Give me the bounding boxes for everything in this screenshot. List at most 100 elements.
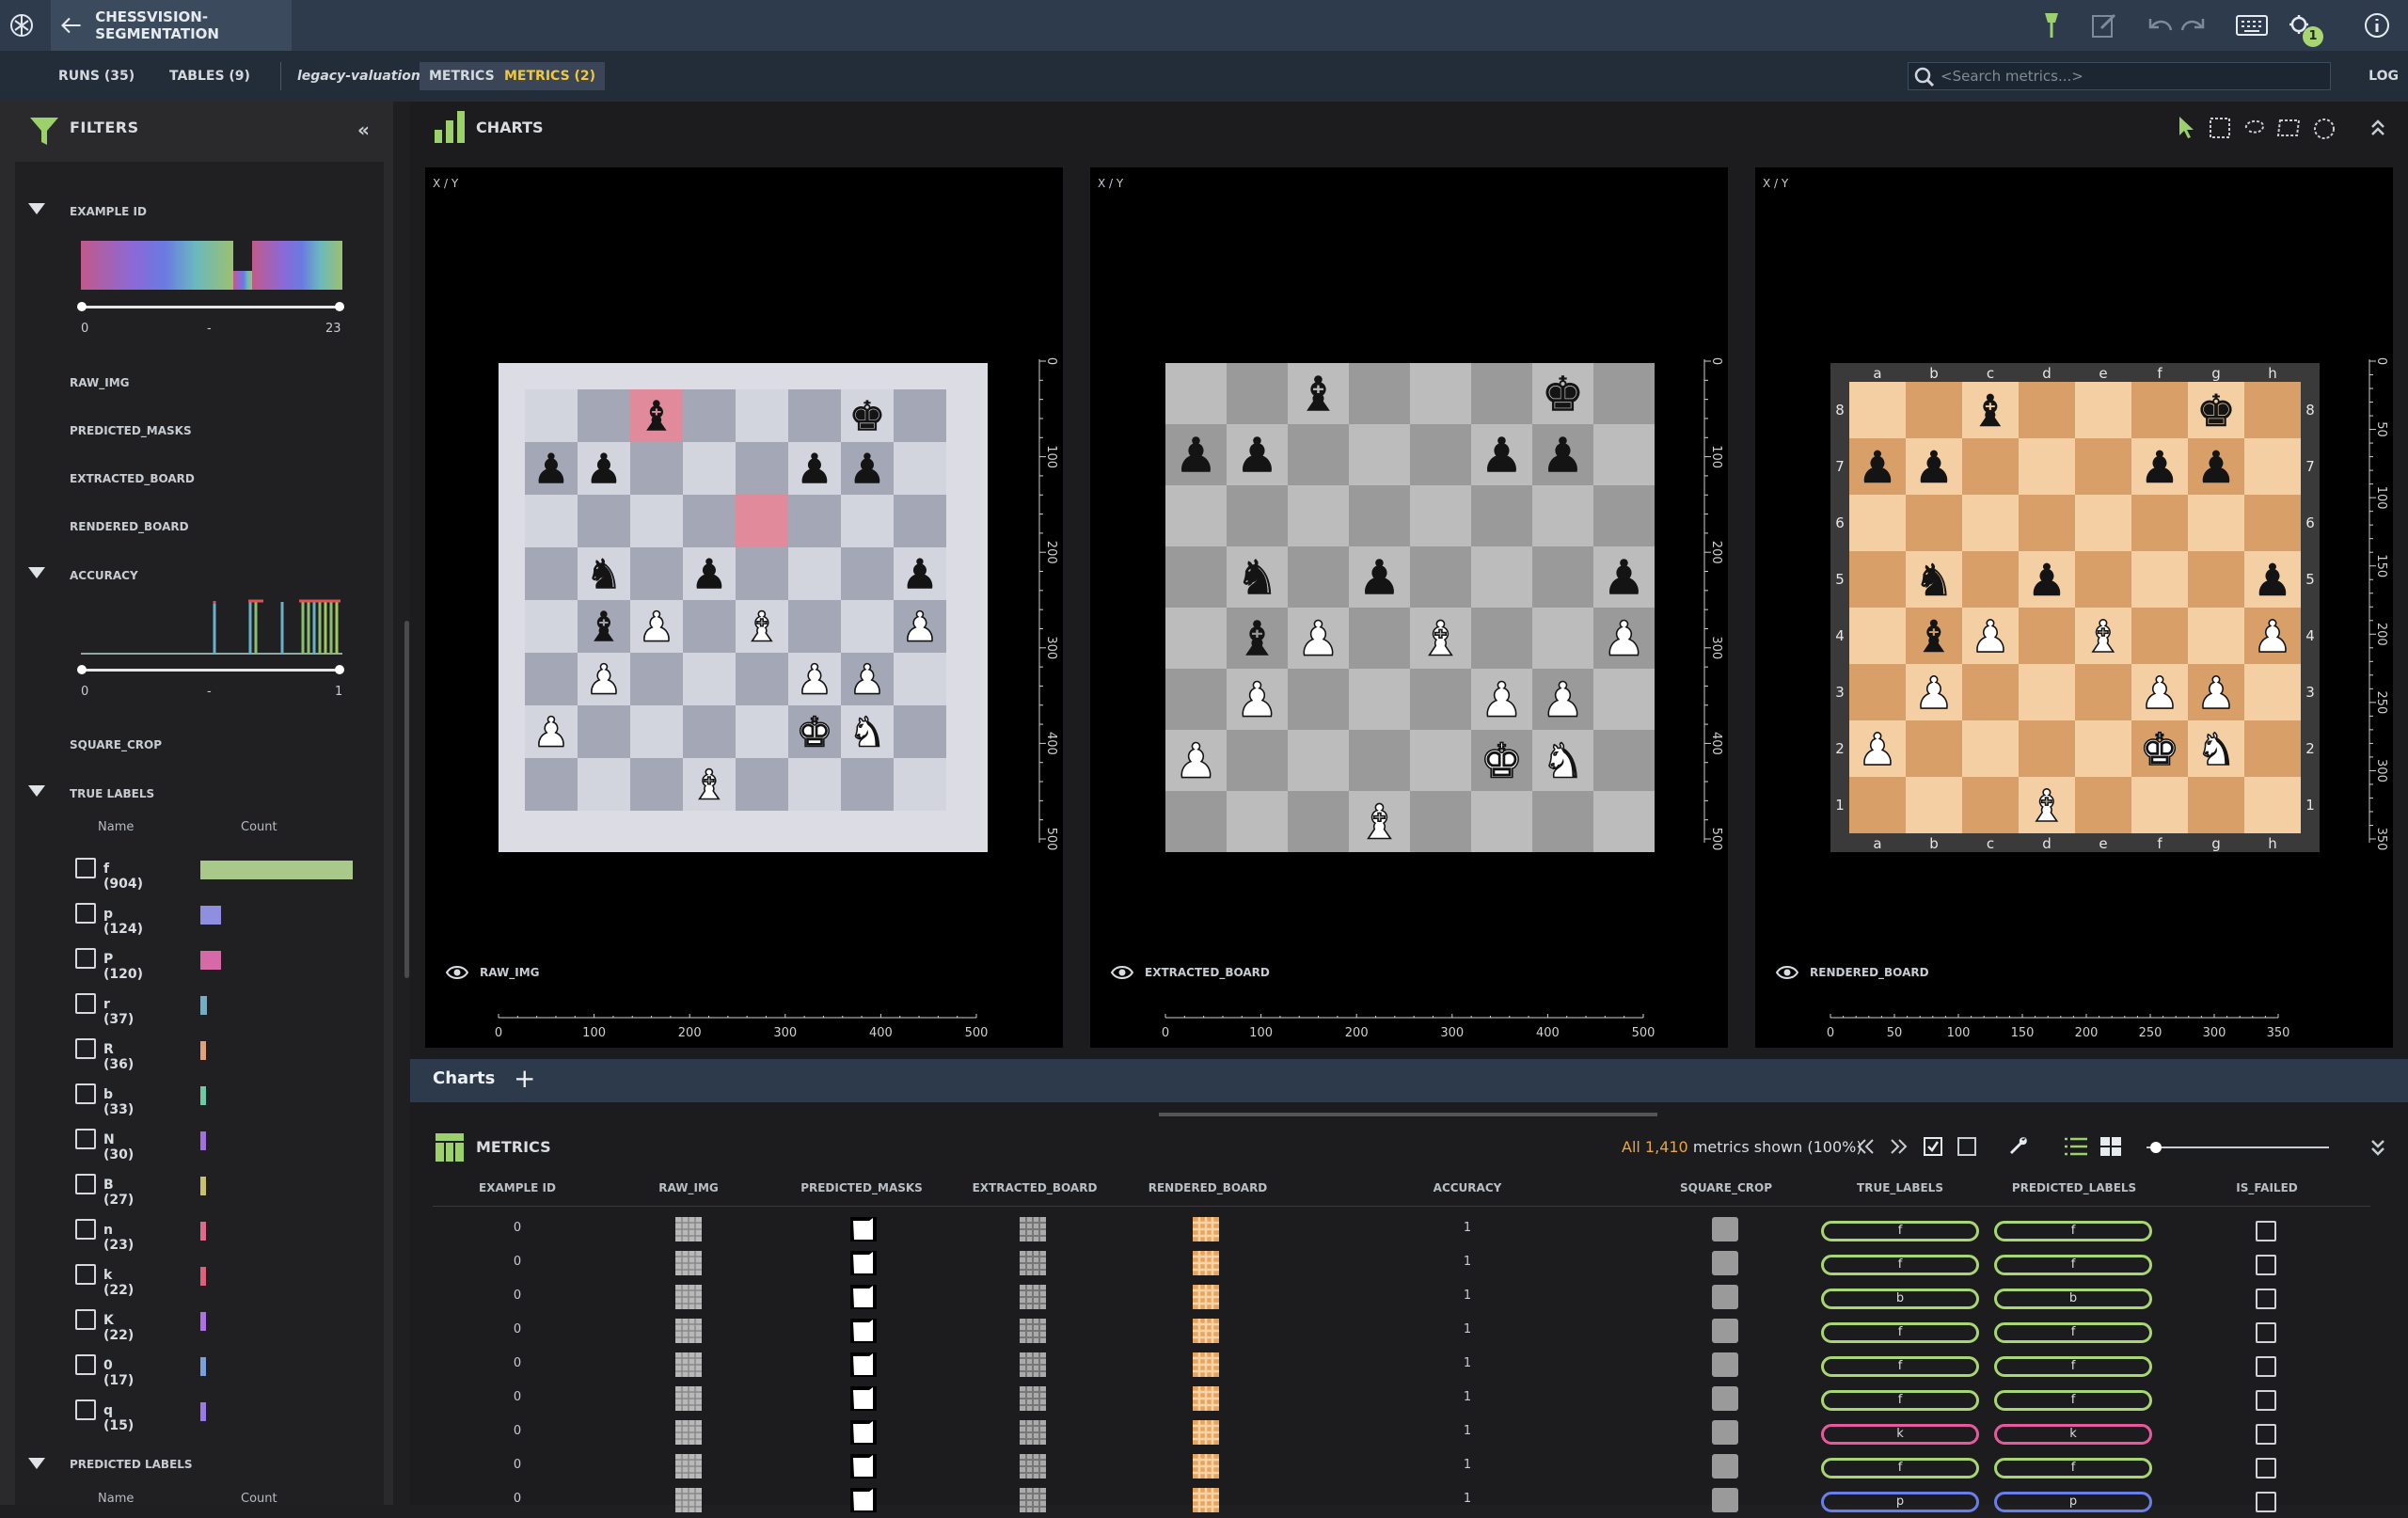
collapse-triangle-icon[interactable] bbox=[28, 1458, 45, 1469]
chart-panel-extracted-board[interactable]: X / Y ♝ ♚ ♟ ♟ ♟ ♟ ♞ ♟ ♟ ♝ ♟ ♝ ♟ ♟ ♟ ♟ ♟ ♚ ♞ ♝ 0 100 200 300 400… bbox=[1090, 167, 1728, 1048]
predicted-mask-thumbnail[interactable] bbox=[850, 1420, 877, 1445]
label-checkbox[interactable] bbox=[75, 1129, 96, 1149]
label-checkbox[interactable] bbox=[75, 1264, 96, 1285]
true-label-pill[interactable]: f bbox=[1821, 1322, 1979, 1343]
raw-img-thumbnail[interactable] bbox=[675, 1285, 702, 1309]
label-checkbox[interactable] bbox=[75, 903, 96, 924]
polygon-select-icon[interactable] bbox=[2276, 117, 2303, 139]
label-checkbox[interactable] bbox=[75, 993, 96, 1014]
table-row[interactable]: 0 1 kk bbox=[433, 1416, 2370, 1450]
predicted-mask-thumbnail[interactable] bbox=[850, 1319, 877, 1343]
rendered-board-thumbnail[interactable] bbox=[1193, 1319, 1219, 1343]
col-is-failed[interactable]: IS_FAILED bbox=[2220, 1181, 2314, 1194]
square-crop-thumbnail[interactable] bbox=[1712, 1454, 1738, 1478]
predicted-mask-thumbnail[interactable] bbox=[850, 1488, 877, 1512]
chart-panel-raw-img[interactable]: X / Y ♝ ♚ ♟ ♟ ♟ ♟ ♞ ♟ ♟ ♝ ♟ ♝ ♟ ♟ ♟ ♟ ♟ ♚ ♞ ♝ 0 100 200 300 400… bbox=[425, 167, 1063, 1048]
predicted-label-pill[interactable]: f bbox=[1994, 1221, 2152, 1241]
undo-icon[interactable] bbox=[2147, 13, 2175, 38]
search-input[interactable]: <Search metrics...> bbox=[1908, 62, 2331, 90]
double-chevron-right-icon[interactable] bbox=[1889, 1136, 1909, 1157]
extracted-board-thumbnail[interactable] bbox=[1020, 1285, 1046, 1309]
keyboard-icon[interactable] bbox=[2235, 13, 2269, 38]
col-raw-img[interactable]: RAW_IMG bbox=[642, 1181, 736, 1194]
col-example-id[interactable]: EXAMPLE ID bbox=[470, 1181, 564, 1194]
predicted-label-pill[interactable]: k bbox=[1994, 1424, 2152, 1445]
eye-icon[interactable] bbox=[1111, 965, 1133, 980]
square-crop-thumbnail[interactable] bbox=[1712, 1420, 1738, 1445]
horizontal-scrollbar[interactable] bbox=[1159, 1113, 1657, 1116]
label-checkbox[interactable] bbox=[75, 1354, 96, 1375]
table-row[interactable]: 0 1 ff bbox=[433, 1247, 2370, 1281]
example-id-range-slider[interactable] bbox=[77, 302, 344, 311]
raw-img-thumbnail[interactable] bbox=[675, 1454, 702, 1478]
predicted-label-pill[interactable]: p bbox=[1994, 1492, 2152, 1512]
table-row[interactable]: 0 1 bb bbox=[433, 1281, 2370, 1315]
label-checkbox[interactable] bbox=[75, 948, 96, 969]
predicted-label-pill[interactable]: b bbox=[1994, 1289, 2152, 1309]
rendered-board-thumbnail[interactable] bbox=[1193, 1488, 1219, 1512]
extracted-board-thumbnail[interactable] bbox=[1020, 1488, 1046, 1512]
is-failed-checkbox[interactable] bbox=[2256, 1255, 2276, 1275]
deselect-all-icon[interactable] bbox=[1956, 1136, 1977, 1157]
eye-icon[interactable] bbox=[446, 965, 468, 980]
col-rendered-board[interactable]: RENDERED_BOARD bbox=[1142, 1181, 1274, 1194]
true-label-pill[interactable]: f bbox=[1821, 1458, 1979, 1478]
predicted-label-pill[interactable]: f bbox=[1994, 1390, 2152, 1411]
rendered-board-thumbnail[interactable] bbox=[1193, 1420, 1219, 1445]
filter-raw-img[interactable]: RAW_IMG bbox=[70, 376, 129, 389]
grid-view-icon[interactable] bbox=[2099, 1136, 2122, 1157]
raw-img-thumbnail[interactable] bbox=[675, 1319, 702, 1343]
collapse-down-icon[interactable] bbox=[2368, 1136, 2387, 1159]
extracted-board-thumbnail[interactable] bbox=[1020, 1217, 1046, 1241]
raw-img-thumbnail[interactable] bbox=[675, 1386, 702, 1411]
extracted-board-thumbnail[interactable] bbox=[1020, 1352, 1046, 1377]
extracted-board-thumbnail[interactable] bbox=[1020, 1386, 1046, 1411]
sidebar-scrollbar[interactable] bbox=[404, 621, 409, 978]
true-label-pill[interactable]: f bbox=[1821, 1356, 1979, 1377]
true-label-pill[interactable]: p bbox=[1821, 1492, 1979, 1512]
label-checkbox[interactable] bbox=[75, 858, 96, 878]
collapse-triangle-icon[interactable] bbox=[28, 203, 45, 214]
tab-tables[interactable]: TABLES (9) bbox=[160, 62, 260, 90]
wrench-icon[interactable] bbox=[2007, 1134, 2030, 1157]
pointer-tool-icon[interactable] bbox=[2177, 115, 2197, 139]
true-label-pill[interactable]: k bbox=[1821, 1424, 1979, 1445]
collapse-triangle-icon[interactable] bbox=[28, 567, 45, 578]
extracted-board-thumbnail[interactable] bbox=[1020, 1251, 1046, 1275]
filter-predicted-masks[interactable]: PREDICTED_MASKS bbox=[70, 424, 192, 437]
predicted-label-pill[interactable]: f bbox=[1994, 1255, 2152, 1275]
table-row[interactable]: 0 1 ff bbox=[433, 1383, 2370, 1416]
predicted-mask-thumbnail[interactable] bbox=[850, 1251, 877, 1275]
square-crop-thumbnail[interactable] bbox=[1712, 1319, 1738, 1343]
predicted-label-pill[interactable]: f bbox=[1994, 1322, 2152, 1343]
predicted-label-pill[interactable]: f bbox=[1994, 1356, 2152, 1377]
select-all-icon[interactable] bbox=[1923, 1136, 1943, 1157]
tab-runs[interactable]: RUNS (35) bbox=[49, 62, 144, 90]
table-row[interactable]: 0 1 ff bbox=[433, 1315, 2370, 1349]
info-icon[interactable] bbox=[2363, 11, 2391, 40]
extracted-board-thumbnail[interactable] bbox=[1020, 1420, 1046, 1445]
eye-icon[interactable] bbox=[1776, 965, 1798, 980]
raw-img-thumbnail[interactable] bbox=[675, 1488, 702, 1512]
col-true-labels[interactable]: TRUE_LABELS bbox=[1844, 1181, 1956, 1194]
square-crop-thumbnail[interactable] bbox=[1712, 1488, 1738, 1512]
lasso-icon[interactable] bbox=[2242, 117, 2267, 139]
predicted-mask-thumbnail[interactable] bbox=[850, 1217, 877, 1241]
predicted-mask-thumbnail[interactable] bbox=[850, 1386, 877, 1411]
table-row[interactable]: 0 1 pp bbox=[433, 1484, 2370, 1518]
is-failed-checkbox[interactable] bbox=[2256, 1458, 2276, 1478]
label-checkbox[interactable] bbox=[75, 1038, 96, 1059]
is-failed-checkbox[interactable] bbox=[2256, 1289, 2276, 1309]
is-failed-checkbox[interactable] bbox=[2256, 1492, 2276, 1512]
rendered-board-thumbnail[interactable] bbox=[1193, 1386, 1219, 1411]
double-chevron-left-icon[interactable] bbox=[1855, 1136, 1876, 1157]
tab-metrics[interactable]: METRICS bbox=[420, 62, 504, 90]
rendered-board-thumbnail[interactable] bbox=[1193, 1285, 1219, 1309]
rendered-board-thumbnail[interactable] bbox=[1193, 1217, 1219, 1241]
col-predicted-masks[interactable]: PREDICTED_MASKS bbox=[796, 1181, 927, 1194]
square-crop-thumbnail[interactable] bbox=[1712, 1285, 1738, 1309]
add-tab-button[interactable]: + bbox=[514, 1063, 535, 1094]
predicted-mask-thumbnail[interactable] bbox=[850, 1352, 877, 1377]
extracted-board-thumbnail[interactable] bbox=[1020, 1454, 1046, 1478]
log-button[interactable]: LOG bbox=[2368, 62, 2399, 90]
